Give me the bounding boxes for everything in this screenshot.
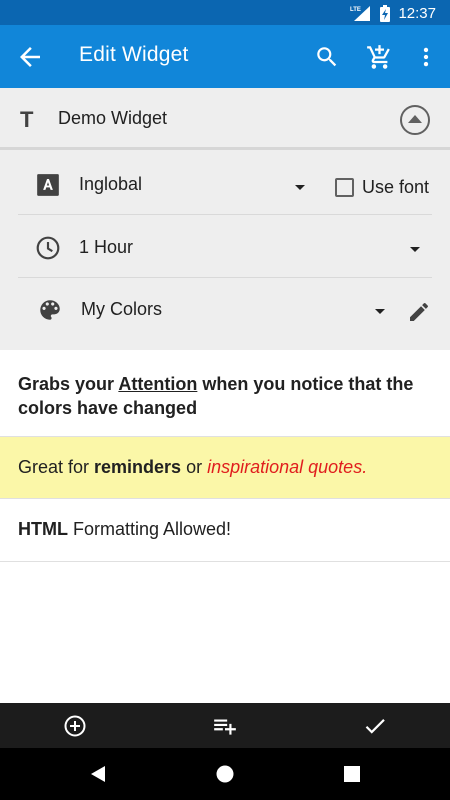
use-font-label: Use font [362, 177, 430, 197]
lte-signal-icon: LTE [350, 6, 371, 21]
page-title: Edit Widget [79, 43, 189, 66]
more-options-button[interactable] [411, 42, 441, 72]
use-font-checkbox[interactable] [335, 178, 354, 197]
widget-name[interactable]: Demo Widget [58, 108, 167, 129]
add-to-cart-button[interactable] [364, 42, 394, 72]
playlist-add-icon [214, 719, 236, 735]
palette-icon [40, 300, 60, 320]
add-shopping-cart-icon [366, 44, 390, 69]
nav-recents-button[interactable] [340, 762, 364, 786]
status-clock: 12:37 [398, 4, 436, 22]
colors-row[interactable]: My Colors [0, 278, 450, 340]
system-nav-bar [0, 748, 450, 800]
add-circle-icon [64, 715, 86, 737]
collapse-up-icon[interactable] [399, 104, 431, 136]
app-bar: Edit Widget [0, 25, 450, 88]
confirm-button[interactable] [362, 713, 388, 739]
divider [18, 214, 432, 215]
back-triangle-icon [91, 766, 105, 782]
clock-icon [36, 236, 60, 260]
preview-line-3[interactable]: HTML Formatting Allowed! [0, 499, 450, 562]
back-arrow-icon [20, 47, 40, 67]
preview-text-1: Grabs your Attention when you notice tha… [18, 374, 414, 418]
edit-pencil-icon[interactable] [407, 300, 431, 324]
status-icons: LTE 12:37 [350, 3, 436, 23]
add-to-playlist-button[interactable] [212, 713, 238, 739]
home-circle-icon [216, 765, 234, 783]
nav-home-button[interactable] [213, 762, 237, 786]
widget-name-row[interactable]: T Demo Widget [0, 88, 450, 150]
colors-dropdown-caret[interactable] [375, 309, 385, 314]
font-dropdown-caret[interactable] [295, 185, 305, 190]
back-button[interactable] [15, 42, 45, 72]
status-bar: LTE 12:37 [0, 0, 450, 25]
interval-row[interactable]: 1 Hour [0, 216, 450, 278]
add-line-button[interactable] [62, 713, 88, 739]
nav-back-button[interactable] [86, 762, 110, 786]
battery-charging-icon [380, 4, 391, 22]
font-value: Inglobal [79, 174, 143, 194]
text-format-icon: T [20, 107, 34, 132]
preview-line-2[interactable]: Great for reminders or inspirational quo… [0, 437, 450, 499]
preview-text-2: Great for reminders or inspirational quo… [18, 457, 368, 477]
preview-text-3: HTML Formatting Allowed! [18, 519, 232, 539]
interval-dropdown-caret[interactable] [410, 247, 420, 252]
bottom-toolbar [0, 703, 450, 748]
recents-square-icon [344, 766, 360, 782]
settings-panel: T Demo Widget Inglobal Use font 1 Hour M… [0, 88, 450, 350]
interval-value: 1 Hour [79, 237, 134, 257]
search-button[interactable] [312, 42, 342, 72]
lte-label: LTE [350, 7, 361, 13]
check-icon [365, 719, 385, 734]
more-vert-icon [423, 47, 429, 67]
font-download-icon [37, 174, 59, 196]
search-icon [317, 47, 337, 67]
colors-value: My Colors [81, 299, 163, 319]
preview-line-1[interactable]: Grabs your Attention when you notice tha… [0, 350, 450, 437]
